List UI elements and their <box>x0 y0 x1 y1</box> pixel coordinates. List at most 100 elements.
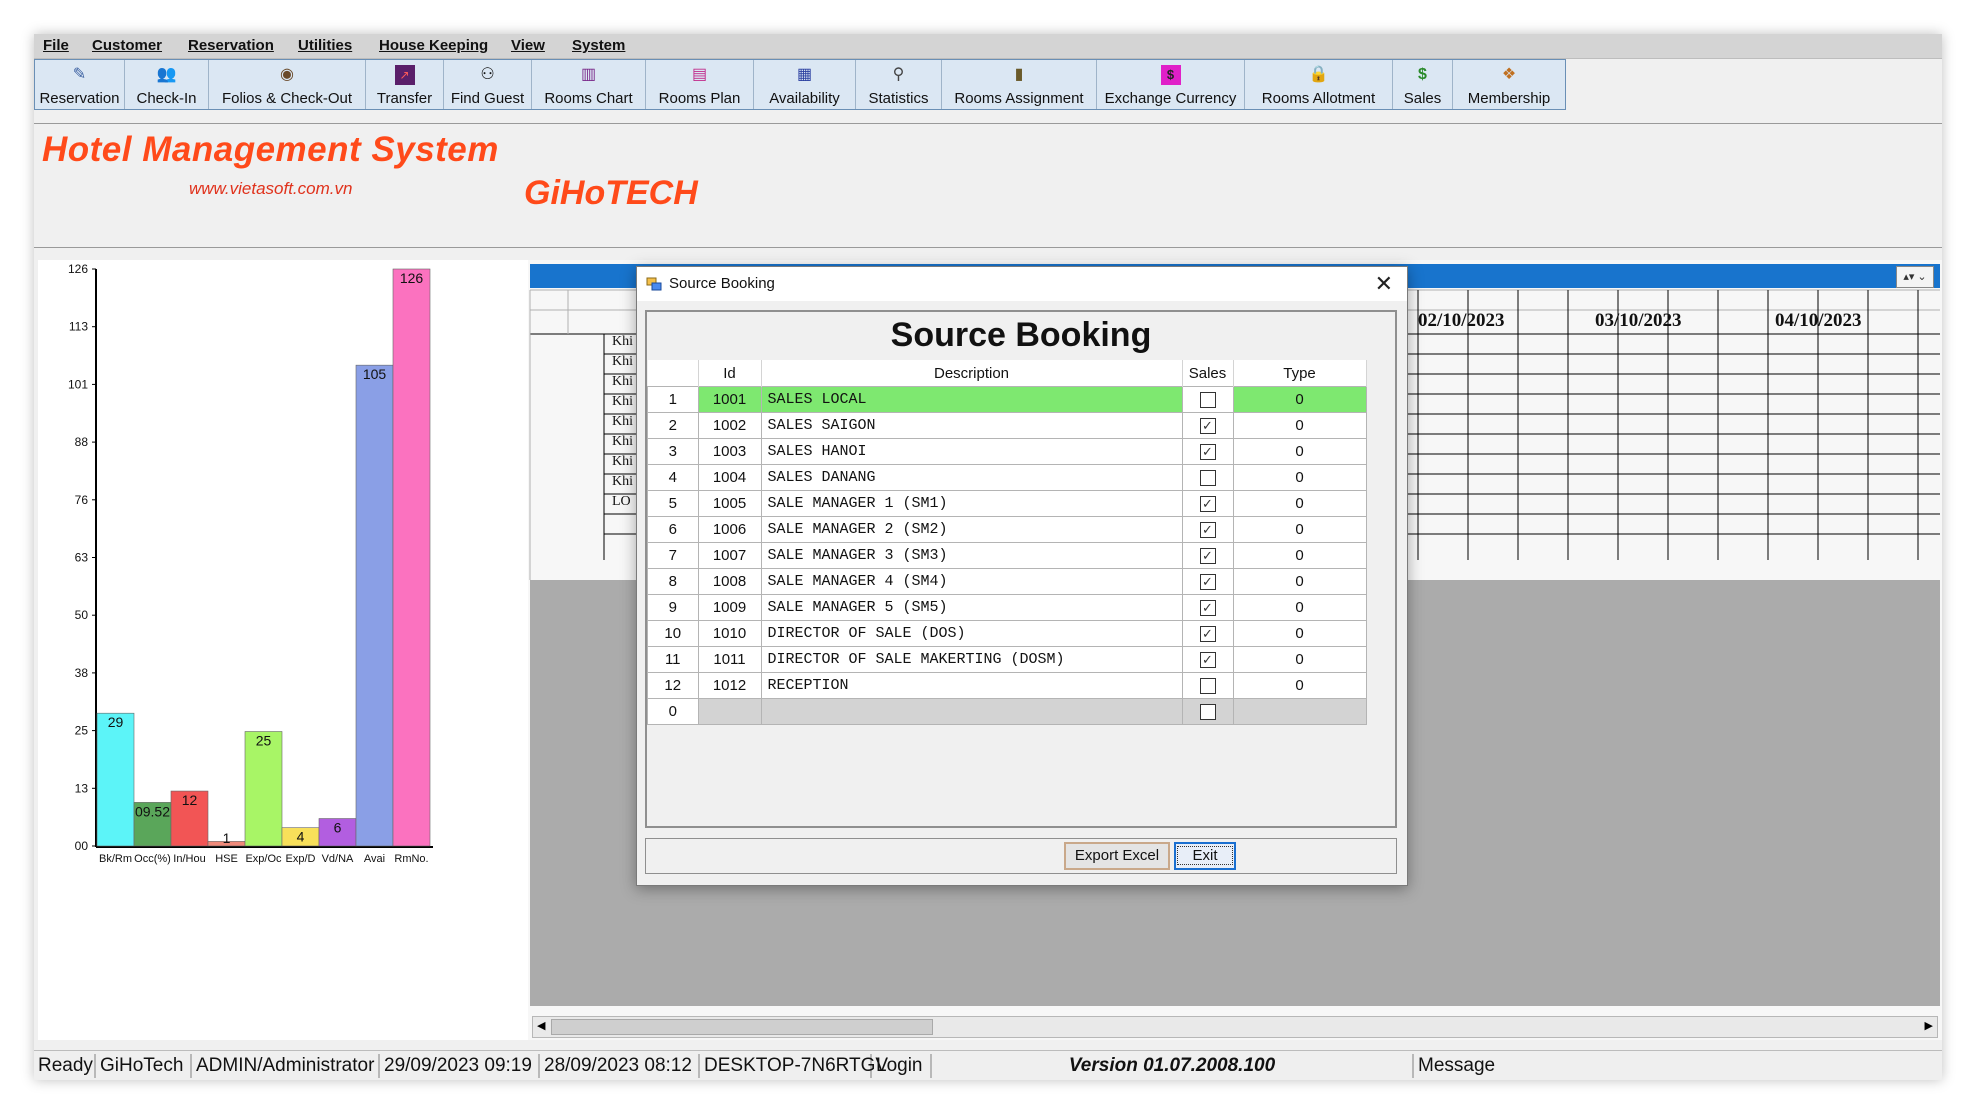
cell-description[interactable]: RECEPTION <box>760 672 1183 699</box>
checked-checkbox[interactable]: ✓ <box>1199 496 1216 513</box>
cell-description[interactable]: SALES SAIGON <box>760 412 1183 439</box>
menu-view[interactable]: View <box>511 37 545 54</box>
row-number[interactable]: 10 <box>647 620 699 647</box>
cell-sales[interactable]: ✓ <box>1181 542 1234 569</box>
cell-sales[interactable] <box>1181 386 1234 413</box>
cell-sales[interactable]: ✓ <box>1181 516 1234 543</box>
cell-id[interactable]: 1010 <box>697 620 762 647</box>
menu-system[interactable]: System <box>572 37 625 54</box>
checked-checkbox[interactable]: ✓ <box>1199 652 1216 669</box>
checked-checkbox[interactable]: ✓ <box>1199 626 1216 643</box>
table-row[interactable]: 4 1004 SALES DANANG 0 <box>647 464 1367 491</box>
row-number[interactable]: 7 <box>647 542 699 569</box>
folios-checkout-button[interactable]: ◉ Folios & Check-Out <box>209 60 366 109</box>
cell-description[interactable]: SALE MANAGER 4 (SM4) <box>760 568 1183 595</box>
table-row[interactable]: 8 1008 SALE MANAGER 4 (SM4) ✓ 0 <box>647 568 1367 595</box>
table-row[interactable]: 12 1012 RECEPTION 0 <box>647 672 1367 699</box>
cell-description[interactable]: SALES LOCAL <box>760 386 1183 413</box>
cell-type[interactable]: 0 <box>1232 412 1367 439</box>
cell-type[interactable]: 0 <box>1232 438 1367 465</box>
checked-checkbox[interactable]: ✓ <box>1199 574 1216 591</box>
checked-checkbox[interactable]: ✓ <box>1199 444 1216 461</box>
cell-description[interactable]: SALE MANAGER 5 (SM5) <box>760 594 1183 621</box>
row-number[interactable]: 8 <box>647 568 699 595</box>
cell-type[interactable]: 0 <box>1232 386 1367 413</box>
cell-type[interactable]: 0 <box>1232 516 1367 543</box>
cell-description[interactable]: DIRECTOR OF SALE MAKERTING (DOSM) <box>760 646 1183 673</box>
export-excel-button[interactable]: Export Excel <box>1064 842 1170 870</box>
row-number[interactable]: 6 <box>647 516 699 543</box>
cell-id[interactable]: 1008 <box>697 568 762 595</box>
cell-type[interactable]: 0 <box>1232 464 1367 491</box>
unchecked-checkbox[interactable] <box>1199 470 1216 487</box>
checked-checkbox[interactable]: ✓ <box>1199 522 1216 539</box>
rooms-chart-button[interactable]: ▥ Rooms Chart <box>532 60 646 109</box>
cell-type[interactable]: 0 <box>1232 672 1367 699</box>
row-number[interactable]: 3 <box>647 438 699 465</box>
cell-id[interactable]: 1006 <box>697 516 762 543</box>
cell-sales[interactable] <box>1181 672 1234 699</box>
membership-button[interactable]: ❖ Membership <box>1453 60 1565 109</box>
cell-description[interactable]: SALES DANANG <box>760 464 1183 491</box>
scroll-right-icon[interactable]: ▶ <box>1925 1019 1933 1032</box>
column-header-id[interactable]: Id <box>698 360 762 387</box>
column-header-description[interactable]: Description <box>761 360 1183 387</box>
row-number[interactable]: 11 <box>647 646 699 673</box>
table-row[interactable]: 0 <box>647 698 1367 725</box>
column-header-type[interactable]: Type <box>1233 360 1367 387</box>
sales-button[interactable]: $ Sales <box>1393 60 1453 109</box>
row-number[interactable]: 2 <box>647 412 699 439</box>
statistics-button[interactable]: ⚲ Statistics <box>856 60 942 109</box>
table-row[interactable]: 10 1010 DIRECTOR OF SALE (DOS) ✓ 0 <box>647 620 1367 647</box>
cell-id[interactable]: 1003 <box>697 438 762 465</box>
cell-sales[interactable]: ✓ <box>1181 438 1234 465</box>
cell-id[interactable]: 1005 <box>697 490 762 517</box>
cell-type[interactable] <box>1232 698 1367 725</box>
scrollbar-thumb[interactable] <box>551 1019 933 1035</box>
table-row[interactable]: 11 1011 DIRECTOR OF SALE MAKERTING (DOSM) ✓… <box>647 646 1367 673</box>
menu-file[interactable]: File <box>43 37 69 54</box>
table-row[interactable]: 5 1005 SALE MANAGER 1 (SM1) ✓ 0 <box>647 490 1367 517</box>
exchange-currency-button[interactable]: $ Exchange Currency <box>1097 60 1245 109</box>
cell-sales[interactable]: ✓ <box>1181 594 1234 621</box>
unchecked-checkbox[interactable] <box>1199 678 1216 695</box>
transfer-button[interactable]: ↗ Transfer <box>366 60 444 109</box>
scroll-left-icon[interactable]: ◀ <box>537 1019 545 1032</box>
cell-id[interactable]: 1012 <box>697 672 762 699</box>
dialog-titlebar[interactable]: Source Booking ✕ <box>637 267 1407 301</box>
table-row[interactable]: 7 1007 SALE MANAGER 3 (SM3) ✓ 0 <box>647 542 1367 569</box>
cell-id[interactable]: 1002 <box>697 412 762 439</box>
cell-description[interactable]: SALES HANOI <box>760 438 1183 465</box>
table-row[interactable]: 9 1009 SALE MANAGER 5 (SM5) ✓ 0 <box>647 594 1367 621</box>
cell-id[interactable]: 1004 <box>697 464 762 491</box>
find-guest-button[interactable]: ⚇ Find Guest <box>444 60 532 109</box>
cell-description[interactable]: SALE MANAGER 1 (SM1) <box>760 490 1183 517</box>
cell-description[interactable]: DIRECTOR OF SALE (DOS) <box>760 620 1183 647</box>
cell-sales[interactable]: ✓ <box>1181 620 1234 647</box>
menu-reservation[interactable]: Reservation <box>188 37 274 54</box>
cell-description[interactable]: SALE MANAGER 3 (SM3) <box>760 542 1183 569</box>
table-row[interactable]: 3 1003 SALES HANOI ✓ 0 <box>647 438 1367 465</box>
cell-type[interactable]: 0 <box>1232 646 1367 673</box>
cell-type[interactable]: 0 <box>1232 620 1367 647</box>
cell-sales[interactable]: ✓ <box>1181 568 1234 595</box>
cell-type[interactable]: 0 <box>1232 568 1367 595</box>
rooms-allotment-button[interactable]: 🔒 Rooms Allotment <box>1245 60 1393 109</box>
menu-utilities[interactable]: Utilities <box>298 37 352 54</box>
unchecked-checkbox[interactable] <box>1199 392 1216 409</box>
cell-sales[interactable] <box>1181 698 1234 725</box>
cell-id[interactable]: 1001 <box>697 386 762 413</box>
cell-id[interactable]: 1007 <box>697 542 762 569</box>
table-row[interactable]: 1 1001 SALES LOCAL 0 <box>647 386 1367 413</box>
table-row[interactable]: 2 1002 SALES SAIGON ✓ 0 <box>647 412 1367 439</box>
availability-button[interactable]: ▦ Availability <box>754 60 856 109</box>
check-in-button[interactable]: 👥 Check-In <box>125 60 209 109</box>
cell-type[interactable]: 0 <box>1232 594 1367 621</box>
cell-id[interactable]: 1009 <box>697 594 762 621</box>
column-header-sales[interactable]: Sales <box>1182 360 1234 387</box>
row-number[interactable]: 1 <box>647 386 699 413</box>
reservation-button[interactable]: ✎ Reservation <box>35 60 125 109</box>
menu-house-keeping[interactable]: House Keeping <box>379 37 488 54</box>
exit-button[interactable]: Exit <box>1174 842 1236 870</box>
cell-type[interactable]: 0 <box>1232 542 1367 569</box>
